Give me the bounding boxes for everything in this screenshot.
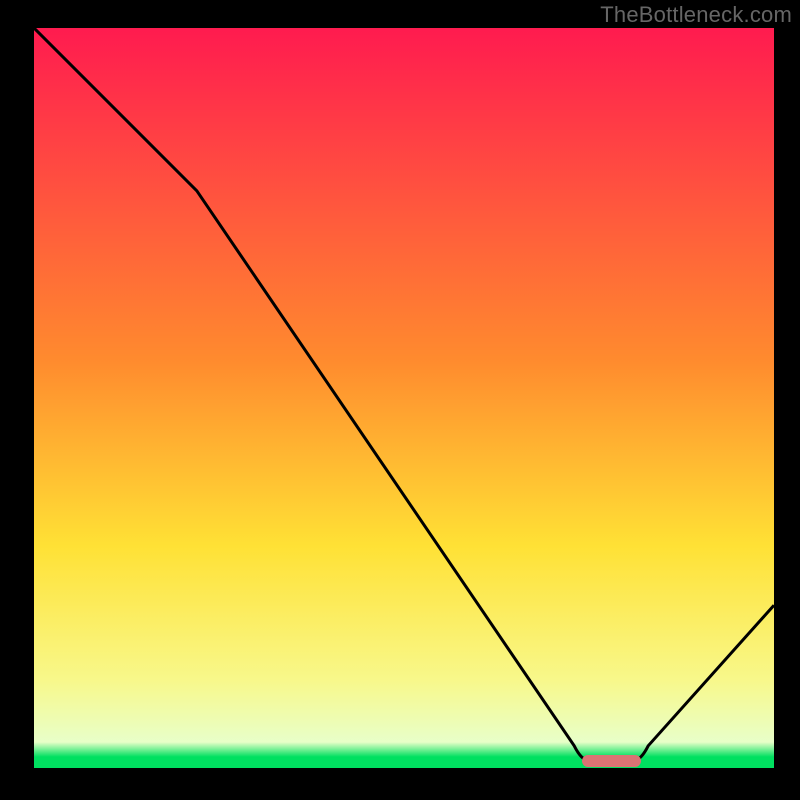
plot-area [34, 28, 774, 768]
chart-stage: TheBottleneck.com [0, 0, 800, 800]
chart-svg [34, 28, 774, 768]
optimal-range-marker [582, 755, 641, 767]
watermark-text: TheBottleneck.com [600, 2, 792, 28]
